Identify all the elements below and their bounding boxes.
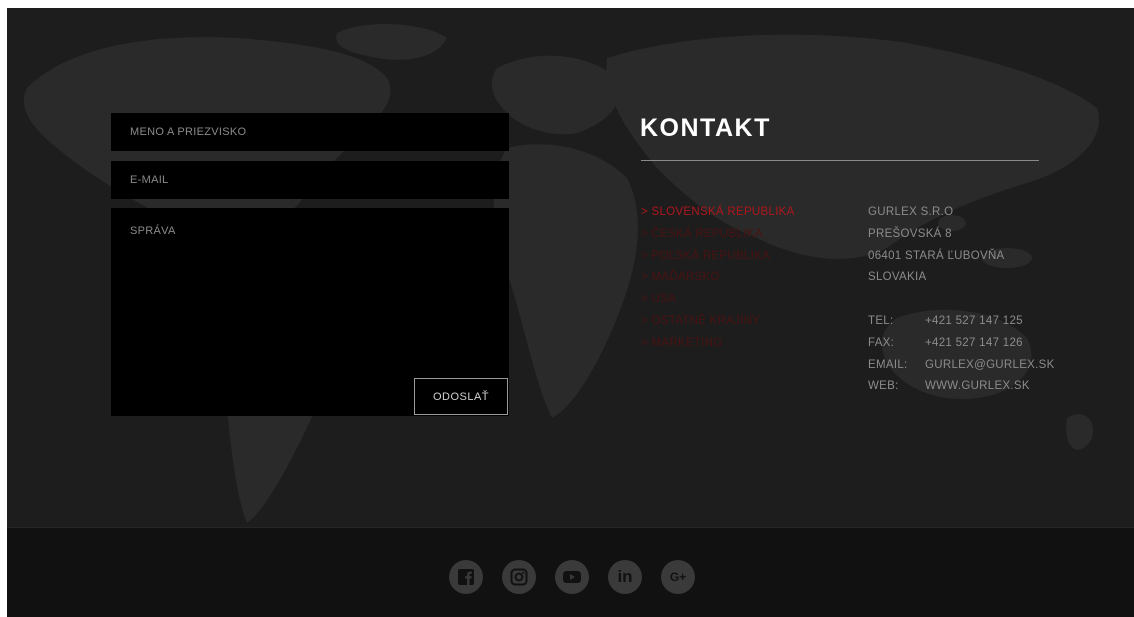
contact-page: MENO A PRIEZVISKO E-MAIL SPRÁVA ODOSLAŤ …	[7, 8, 1134, 617]
linkedin-icon[interactable]: in	[608, 560, 642, 594]
social-links: in G+	[449, 560, 695, 594]
phone-label: TEL:	[868, 314, 894, 327]
footer-divider	[7, 527, 1134, 528]
contact-info: GURLEX S.R.O PREŠOVSKÁ 8 06401 STARÁ ĽUB…	[868, 202, 1055, 398]
web-row: WEB: WWW.GURLEX.SK	[868, 376, 1055, 398]
google-plus-icon[interactable]: G+	[661, 560, 695, 594]
fax-value: +421 527 147 126	[925, 336, 1023, 349]
name-input[interactable]: MENO A PRIEZVISKO	[111, 113, 509, 151]
address-street: PREŠOVSKÁ 8	[868, 227, 952, 240]
instagram-icon[interactable]	[502, 560, 536, 594]
country-link-czech[interactable]: > ČESKÁ REPUBLIKA	[641, 224, 795, 246]
company-name: GURLEX S.R.O	[868, 206, 954, 218]
phone-value: +421 527 147 125	[925, 314, 1023, 327]
country-link-marketing[interactable]: > MARKETING	[641, 333, 795, 355]
country-link-usa[interactable]: > USA	[641, 289, 795, 311]
country-list: > SLOVENSKÁ REPUBLIKA > ČESKÁ REPUBLIKA …	[641, 202, 795, 355]
facebook-icon[interactable]	[449, 560, 483, 594]
country-link-slovakia[interactable]: > SLOVENSKÁ REPUBLIKA	[641, 202, 795, 224]
address-country: SLOVAKIA	[868, 271, 927, 284]
country-link-hungary[interactable]: > MAĎARSKO	[641, 267, 795, 289]
country-link-other[interactable]: > OSTATNÉ KRAJINY	[641, 311, 795, 333]
email-link[interactable]: GURLEX@GURLEX.SK	[925, 359, 1055, 371]
phone-row: TEL: +421 527 147 125	[868, 311, 1055, 333]
web-label: WEB:	[868, 380, 899, 393]
title-divider	[641, 160, 1039, 161]
web-link[interactable]: WWW.GURLEX.SK	[925, 380, 1030, 392]
email-input[interactable]: E-MAIL	[111, 161, 509, 199]
page-title: KONTAKT	[640, 114, 771, 142]
address-city: 06401 STARÁ ĽUBOVŇA	[868, 249, 1005, 262]
youtube-icon[interactable]	[555, 560, 589, 594]
email-label: EMAIL:	[868, 358, 908, 371]
country-link-poland[interactable]: > POĽSKÁ REPUBLIKA	[641, 246, 795, 268]
fax-label: FAX:	[868, 336, 895, 349]
fax-row: FAX: +421 527 147 126	[868, 333, 1055, 355]
email-row: EMAIL: GURLEX@GURLEX.SK	[868, 355, 1055, 377]
submit-button[interactable]: ODOSLAŤ	[414, 378, 508, 415]
